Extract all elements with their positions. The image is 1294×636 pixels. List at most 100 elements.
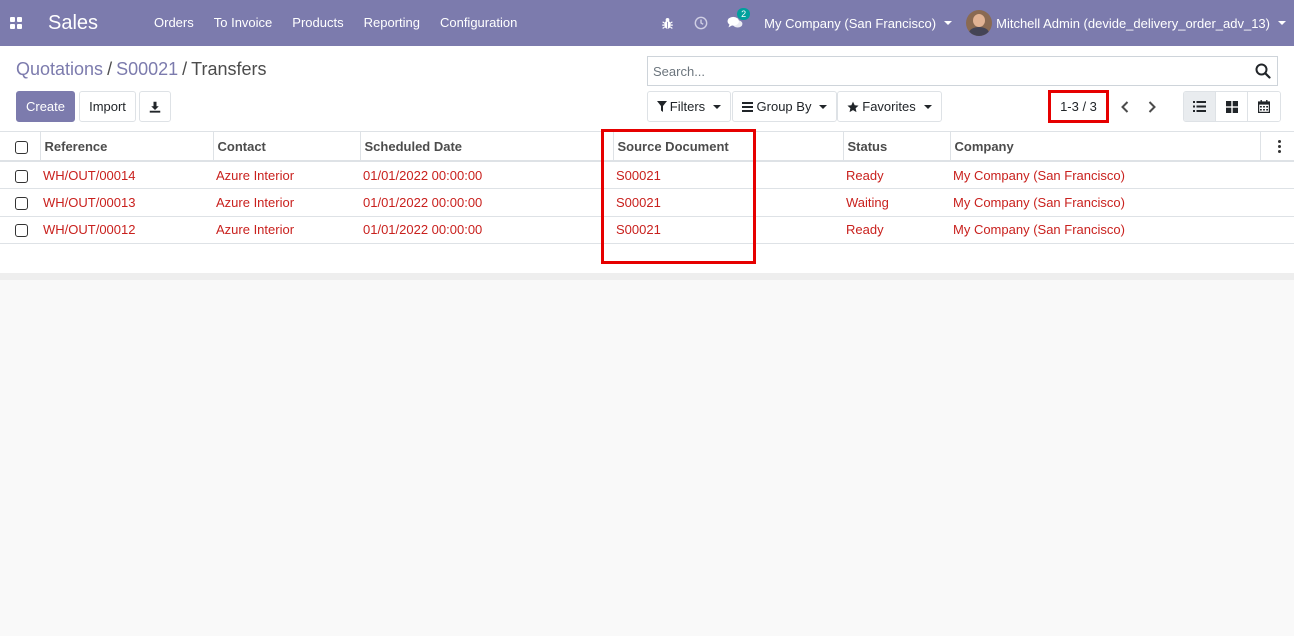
cell-contact[interactable]: Azure Interior <box>213 161 360 189</box>
row-select-cell <box>0 161 40 189</box>
cell-empty <box>1260 216 1294 244</box>
star-icon <box>847 101 859 112</box>
messages-count-badge: 2 <box>737 8 751 20</box>
pager-next-button[interactable] <box>1140 96 1164 118</box>
row-select-cell <box>0 216 40 244</box>
table-row[interactable]: WH/OUT/00012 Azure Interior 01/01/2022 0… <box>0 216 1294 244</box>
chevron-down-icon <box>819 104 828 109</box>
cell-company[interactable]: My Company (San Francisco) <box>950 216 1260 244</box>
download-icon <box>149 101 161 113</box>
cell-status[interactable]: Ready <box>843 216 950 244</box>
menu-item-reporting[interactable]: Reporting <box>354 0 430 46</box>
search-input[interactable] <box>648 57 1238 85</box>
transfers-table: Reference Contact Scheduled Date Source … <box>0 132 1294 244</box>
cell-reference[interactable]: WH/OUT/00013 <box>40 188 213 217</box>
bars-icon <box>741 101 753 112</box>
kanban-grid-icon <box>1225 100 1238 113</box>
filter-icon <box>656 101 667 112</box>
optional-columns-toggle[interactable] <box>1260 132 1294 162</box>
group-by-button[interactable]: Group By <box>732 91 837 122</box>
table-row[interactable]: WH/OUT/00014 Azure Interior 01/01/2022 0… <box>0 161 1294 189</box>
cell-empty <box>1260 188 1294 217</box>
row-select-cell <box>0 188 40 217</box>
cell-scheduled-date[interactable]: 01/01/2022 00:00:00 <box>360 188 613 217</box>
cell-source-document[interactable]: S00021 <box>613 161 843 189</box>
cell-source-document[interactable]: S00021 <box>613 216 843 244</box>
cell-scheduled-date[interactable]: 01/01/2022 00:00:00 <box>360 161 613 189</box>
cell-reference[interactable]: WH/OUT/00014 <box>40 161 213 189</box>
chevron-right-icon <box>1148 101 1156 113</box>
menu-item-configuration[interactable]: Configuration <box>430 0 527 46</box>
kebab-menu-icon <box>1265 139 1294 153</box>
cell-scheduled-date[interactable]: 01/01/2022 00:00:00 <box>360 216 613 244</box>
main-menu: Orders To Invoice Products Reporting Con… <box>144 0 527 46</box>
breadcrumb: Quotations / S00021/Transfers <box>16 59 267 80</box>
cell-contact[interactable]: Azure Interior <box>213 216 360 244</box>
column-header-contact[interactable]: Contact <box>213 132 361 162</box>
debug-bug-icon[interactable] <box>650 17 684 30</box>
column-header-status[interactable]: Status <box>843 132 951 162</box>
row-checkbox[interactable] <box>15 224 28 238</box>
cell-company[interactable]: My Company (San Francisco) <box>950 188 1260 217</box>
breadcrumb-quotations[interactable]: Quotations <box>16 59 103 79</box>
activity-clock-icon[interactable] <box>684 16 718 30</box>
breadcrumb-separator: / <box>107 59 113 79</box>
search-icon[interactable] <box>1255 63 1271 82</box>
pager-value[interactable]: 1-3 / 3 <box>1048 90 1109 123</box>
company-switcher[interactable]: My Company (San Francisco) <box>764 15 953 31</box>
search-bar <box>647 56 1278 86</box>
cell-empty <box>1260 161 1294 189</box>
table-row[interactable]: WH/OUT/00013 Azure Interior 01/01/2022 0… <box>0 188 1294 217</box>
column-header-company[interactable]: Company <box>950 132 1261 162</box>
breadcrumb-separator: / <box>182 59 188 79</box>
top-navbar: Sales Orders To Invoice Products Reporti… <box>0 0 1294 46</box>
import-button[interactable]: Import <box>79 91 136 122</box>
calendar-view-button[interactable] <box>1248 92 1280 121</box>
favorites-button[interactable]: Favorites <box>837 91 942 122</box>
cell-status[interactable]: Ready <box>843 161 950 189</box>
app-brand[interactable]: Sales <box>48 12 144 35</box>
export-button[interactable] <box>139 91 171 122</box>
list-icon <box>1193 101 1206 112</box>
column-header-reference[interactable]: Reference <box>40 132 214 162</box>
cell-contact[interactable]: Azure Interior <box>213 188 360 217</box>
row-checkbox[interactable] <box>15 169 28 183</box>
chevron-down-icon <box>923 104 932 109</box>
list-view-button[interactable] <box>1184 92 1216 121</box>
menu-item-orders[interactable]: Orders <box>144 0 204 46</box>
avatar <box>966 10 993 36</box>
create-button[interactable]: Create <box>16 91 75 122</box>
chevron-down-icon <box>1278 21 1286 25</box>
cell-status[interactable]: Waiting <box>843 188 950 217</box>
row-checkbox[interactable] <box>15 196 28 210</box>
cell-company[interactable]: My Company (San Francisco) <box>950 161 1260 189</box>
column-header-source-document[interactable]: Source Document <box>613 132 844 162</box>
messages-icon[interactable]: 2 <box>718 8 752 30</box>
filters-button[interactable]: Filters <box>647 91 731 122</box>
user-name: Mitchell Admin (devide_delivery_order_ad… <box>996 15 1270 31</box>
menu-item-products[interactable]: Products <box>282 0 353 46</box>
user-menu[interactable]: Mitchell Admin (devide_delivery_order_ad… <box>966 10 1286 36</box>
breadcrumb-current: Transfers <box>191 59 267 79</box>
apps-menu-icon[interactable] <box>0 0 32 46</box>
select-all-cell <box>0 132 41 162</box>
select-all-checkbox[interactable] <box>15 140 28 154</box>
chevron-down-icon <box>944 21 953 25</box>
breadcrumb-s00021[interactable]: S00021 <box>116 59 178 79</box>
cell-source-document[interactable]: S00021 <box>613 188 843 217</box>
kanban-view-button[interactable] <box>1216 92 1248 121</box>
cell-reference[interactable]: WH/OUT/00012 <box>40 216 213 244</box>
column-header-scheduled-date[interactable]: Scheduled Date <box>360 132 614 162</box>
company-name: My Company (San Francisco) <box>764 15 937 31</box>
table-header-row: Reference Contact Scheduled Date Source … <box>0 132 1294 162</box>
pager-previous-button[interactable] <box>1113 96 1137 118</box>
chevron-left-icon <box>1121 101 1129 113</box>
view-switcher <box>1183 91 1281 122</box>
control-panel: Quotations / S00021/Transfers Create Impor… <box>0 46 1294 132</box>
filters-label: Filters <box>669 99 706 114</box>
menu-item-to-invoice[interactable]: To Invoice <box>204 0 283 46</box>
calendar-icon <box>1258 100 1270 113</box>
favorites-label: Favorites <box>862 99 916 114</box>
group-by-label: Group By <box>756 99 812 114</box>
list-view: Reference Contact Scheduled Date Source … <box>0 132 1294 280</box>
